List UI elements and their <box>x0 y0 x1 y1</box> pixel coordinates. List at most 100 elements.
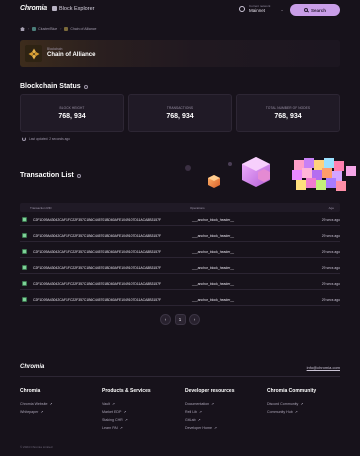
stat-value: 768, 934 <box>274 113 302 120</box>
footer-logo[interactable]: Chromia <box>20 364 44 370</box>
copyright-text: © 2024 Chromia Limited <box>20 445 53 449</box>
transaction-icon <box>22 233 27 238</box>
logo-subtitle: Block Explorer <box>52 6 94 12</box>
footer-link[interactable]: Whitepaper ↗ <box>20 408 53 416</box>
top-bar: Chromia Block Explorer Current network M… <box>0 0 360 20</box>
footer-column-developer: Developer resources Documentation ↗ Rell … <box>185 388 234 432</box>
external-link-icon: ↗ <box>294 410 298 414</box>
footer-column-community: Chromia Community Discord Community ↗ Com… <box>267 388 316 416</box>
footer-link[interactable]: Developer Home ↗ <box>185 424 234 432</box>
transaction-list-title: Transaction List <box>20 172 74 179</box>
info-icon[interactable] <box>83 84 88 89</box>
search-button[interactable]: Search <box>290 4 340 16</box>
footer-link-label: Chromia Website <box>20 402 48 406</box>
external-link-icon: ↗ <box>40 410 44 414</box>
transaction-icon <box>22 265 27 270</box>
blockchain-status-title: Blockchain Status <box>20 83 81 90</box>
footer-link[interactable]: Chromia Website ↗ <box>20 400 53 408</box>
footer-link-label: Vault <box>102 402 110 406</box>
footer-divider <box>20 376 340 377</box>
transaction-hash[interactable]: C2F1D09A43042CAF1FC22F357C1B6C445701BD60… <box>33 298 161 302</box>
footer-email-link[interactable]: info@chromia.com <box>307 365 340 370</box>
blockchain-status-heading: Blockchain Status <box>20 83 88 90</box>
breadcrumb-separator: › <box>60 27 62 31</box>
previous-page-button[interactable]: ‹ <box>160 314 171 325</box>
transaction-list-heading: Transaction List <box>20 172 81 179</box>
breadcrumb-item-chain[interactable]: Chain of Alliance <box>64 27 97 31</box>
footer-link[interactable]: Market EDP ↗ <box>102 408 151 416</box>
breadcrumb-cluster-label: Cluster/Blue <box>38 27 58 31</box>
table-row[interactable]: C2F1D09A43042CAF1FC22F357C1B6C445701BD60… <box>20 245 340 258</box>
footer-link-label: Whitepaper <box>20 410 39 414</box>
network-value: Mainnet <box>249 8 266 13</box>
breadcrumb-item-cluster[interactable]: Cluster/Blue <box>32 27 57 31</box>
transaction-age: 29 secs ago <box>321 233 340 238</box>
transaction-hash[interactable]: C2F1D09A43042CAF1FC22F357C1B6C445701BD60… <box>33 266 161 270</box>
block-icon <box>52 6 57 11</box>
table-header: Transaction RID Operations Age <box>20 203 340 212</box>
search-button-label: Search <box>310 7 326 13</box>
footer-link[interactable]: Staking CHR ↗ <box>102 416 151 424</box>
last-updated: Last updated: 2 seconds ago <box>22 137 70 141</box>
page-number-button[interactable]: 1 <box>174 314 186 325</box>
external-link-icon: ↗ <box>211 402 215 406</box>
stat-label: TRANSACTIONS <box>166 106 194 110</box>
transaction-hash[interactable]: C2F1D09A43042CAF1FC22F357C1B6C445701BD60… <box>33 234 161 238</box>
chain-kicker: Blockchain <box>47 47 63 51</box>
footer-link[interactable]: Learn PAI ↗ <box>102 424 151 432</box>
transaction-hash[interactable]: C2F1D09A43042CAF1FC22F357C1B6C445701BD60… <box>33 218 161 222</box>
breadcrumb: › Cluster/Blue › Chain of Alliance <box>20 27 97 31</box>
footer-link[interactable]: GitLab ↗ <box>185 416 234 424</box>
footer-link[interactable]: Community Hub ↗ <box>267 408 316 416</box>
stat-transactions: TRANSACTIONS 768, 934 <box>128 94 232 132</box>
cluster-icon <box>32 27 37 31</box>
footer-column-title: Chromia <box>20 388 41 394</box>
transaction-hash[interactable]: C2F1D09A43042CAF1FC22F357C1B6C445701BD60… <box>33 250 161 254</box>
transaction-operation: ___anchor_block_header__ <box>192 233 235 238</box>
footer-column-title: Products & Services <box>102 388 151 394</box>
home-icon[interactable] <box>20 27 25 31</box>
footer-link-label: Learn PAI <box>102 426 118 430</box>
transaction-icon <box>22 281 27 286</box>
table-row[interactable]: C2F1D09A43042CAF1FC22F357C1B6C445701BD60… <box>20 293 340 306</box>
breadcrumb-chain-label: Chain of Alliance <box>70 27 97 31</box>
external-link-icon: ↗ <box>119 426 123 430</box>
last-updated-text: Last updated: 2 seconds ago <box>29 137 70 141</box>
footer-link[interactable]: Documentation ↗ <box>185 400 234 408</box>
footer-link-label: Rell Lib <box>185 410 197 414</box>
footer-link[interactable]: Vault ↗ <box>102 400 151 408</box>
info-icon[interactable] <box>76 173 81 178</box>
footer-column-chromia: Chromia Chromia Website ↗ Whitepaper ↗ <box>20 388 53 416</box>
stat-total-nodes: TOTAL NUMBER OF NODES 768, 934 <box>236 94 340 132</box>
footer-link-label: Developer Home <box>185 426 212 430</box>
transaction-age: 29 secs ago <box>321 281 340 286</box>
explorer-logo[interactable]: Chromia Block Explorer <box>20 5 94 12</box>
external-link-icon: ↗ <box>213 426 217 430</box>
transaction-icon <box>22 249 27 254</box>
transaction-operation: ___anchor_block_header__ <box>192 297 235 302</box>
column-header-age: Age <box>328 205 334 210</box>
transaction-operation: ___anchor_block_header__ <box>192 249 235 254</box>
chain-title: Chain of Alliance <box>47 52 96 58</box>
external-link-icon: ↗ <box>124 418 128 422</box>
table-row[interactable]: C2F1D09A43042CAF1FC22F357C1B6C445701BD60… <box>20 277 340 290</box>
transaction-operation: ___anchor_block_header__ <box>192 281 235 286</box>
chevron-right-icon: › <box>193 317 196 322</box>
chain-icon <box>64 27 69 31</box>
next-page-button[interactable]: › <box>189 314 200 325</box>
table-row[interactable]: C2F1D09A43042CAF1FC22F357C1B6C445701BD60… <box>20 229 340 242</box>
network-selector[interactable]: Current network Mainnet ⌄ <box>239 5 284 13</box>
external-link-icon: ↗ <box>197 418 201 422</box>
logo-subtitle-text: Block Explorer <box>59 5 95 12</box>
table-row[interactable]: C2F1D09A43042CAF1FC22F357C1B6C445701BD60… <box>20 213 340 226</box>
refresh-icon[interactable] <box>22 137 26 141</box>
transaction-age: 29 secs ago <box>321 217 340 222</box>
footer-link[interactable]: Rell Lib ↗ <box>185 408 234 416</box>
external-link-icon: ↗ <box>123 410 127 414</box>
transaction-operation: ___anchor_block_header__ <box>192 265 235 270</box>
transaction-hash[interactable]: C2F1D09A43042CAF1FC22F357C1B6C445701BD60… <box>33 282 161 286</box>
footer-link[interactable]: Discord Community ↗ <box>267 400 316 408</box>
table-row[interactable]: C2F1D09A43042CAF1FC22F357C1B6C445701BD60… <box>20 261 340 274</box>
transaction-icon <box>22 297 27 302</box>
chromia-wordmark: Chromia <box>20 5 47 12</box>
